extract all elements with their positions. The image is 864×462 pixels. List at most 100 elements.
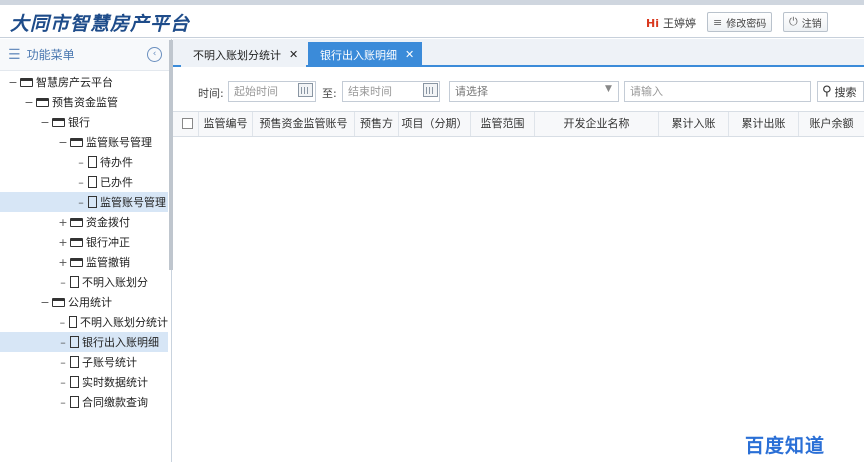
tree-item[interactable]: – 银行出入账明细 — [0, 332, 168, 352]
folder-icon — [52, 297, 65, 307]
tree-item-label: 监管账号管理 — [86, 136, 152, 149]
filter-bar: 时间: 起始时间 至: 结束时间 请选择 ▼ 请输入 ⚲ 搜索 — [173, 80, 864, 104]
tree-item[interactable]: – 实时数据统计 — [0, 372, 168, 392]
tree-item-label: 监管账号管理 — [100, 196, 166, 209]
column-header[interactable]: 开发企业名称 — [535, 112, 659, 136]
tree-item[interactable]: – 不明入账划分统计 — [0, 312, 168, 332]
table-header: 监管编号 预售资金监管账号 预售方 项目（分期） 监管范围 开发企业名称 累计入… — [173, 111, 864, 137]
collapse-node-icon[interactable]: − — [40, 296, 50, 309]
tree-item[interactable]: + 监管撤销 — [0, 252, 168, 272]
tree-item-label: 智慧房产云平台 — [36, 76, 113, 89]
close-icon[interactable]: ✕ — [405, 48, 414, 61]
tree-item-label: 银行 — [68, 116, 90, 129]
tree-item[interactable]: – 监管账号管理 — [0, 192, 168, 212]
search-button[interactable]: ⚲ 搜索 — [817, 81, 864, 102]
tree-connector: – — [60, 355, 66, 369]
tree-connector: – — [78, 195, 84, 209]
select-all-cell — [173, 112, 199, 136]
tree-item[interactable]: – 合同缴款查询 — [0, 392, 168, 412]
expand-icon[interactable]: + — [58, 236, 68, 249]
tree-item-label: 预售资金监管 — [52, 96, 118, 109]
file-icon — [88, 176, 97, 188]
file-icon — [70, 276, 79, 288]
collapse-icon[interactable]: ‹ — [147, 47, 162, 62]
tree-item[interactable]: − 公用统计 — [0, 292, 168, 312]
tree-item[interactable]: − 预售资金监管 — [0, 92, 168, 112]
folder-icon — [20, 77, 33, 87]
tree-item-label: 银行出入账明细 — [82, 336, 159, 349]
tree-item[interactable]: + 资金拨付 — [0, 212, 168, 232]
chevron-down-icon: ▼ — [605, 84, 612, 94]
column-header[interactable]: 累计入账 — [659, 112, 729, 136]
sidebar-header: ☰ 功能菜单 ‹ — [0, 39, 171, 71]
close-icon[interactable]: ✕ — [289, 48, 298, 61]
power-icon: ⏻ — [789, 15, 798, 28]
tree-item-label: 待办件 — [100, 156, 133, 169]
file-icon — [70, 396, 79, 408]
folder-icon — [70, 237, 83, 247]
search-icon: ⚲ — [822, 84, 832, 99]
collapse-node-icon[interactable]: − — [24, 96, 34, 109]
file-icon — [70, 376, 79, 388]
tree-item[interactable]: – 已办件 — [0, 172, 168, 192]
tree-connector: – — [78, 175, 84, 189]
column-header[interactable]: 累计出账 — [729, 112, 799, 136]
user-greeting: Hi 王婷婷 — [646, 15, 696, 31]
file-icon — [70, 356, 79, 368]
file-icon — [68, 316, 77, 328]
tree-item-label: 不明入账划分 — [82, 276, 148, 289]
tree-item-label: 公用统计 — [68, 296, 112, 309]
list-icon: ≡ — [713, 15, 723, 29]
tree-item-label: 银行冲正 — [86, 236, 130, 249]
watermark: 百度知道 — [745, 435, 826, 457]
type-select[interactable]: 请选择 — [449, 81, 619, 102]
tree-item[interactable]: − 智慧房产云平台 — [0, 72, 168, 92]
app-header: 大同市智慧房产平台 Hi 王婷婷 ≡ 修改密码 ⏻ 注销 — [0, 5, 864, 38]
file-icon — [88, 196, 97, 208]
select-all-checkbox[interactable] — [182, 118, 193, 129]
change-password-button[interactable]: ≡ 修改密码 — [707, 12, 773, 32]
calendar-icon[interactable] — [423, 83, 438, 97]
tree-item[interactable]: − 银行 — [0, 112, 168, 132]
expand-icon[interactable]: + — [58, 216, 68, 229]
to-label: 至: — [322, 87, 337, 100]
sidebar-title: 功能菜单 — [26, 48, 75, 62]
calendar-icon[interactable] — [298, 83, 313, 97]
column-header[interactable]: 账户余额 — [799, 112, 864, 136]
file-icon — [88, 156, 97, 168]
collapse-node-icon[interactable]: − — [40, 116, 50, 129]
tab-label: 不明入账划分统计 — [193, 48, 281, 62]
keyword-input[interactable]: 请输入 — [624, 81, 811, 102]
app-logo: 大同市智慧房产平台 — [10, 13, 191, 35]
tree-item[interactable]: – 子账号统计 — [0, 352, 168, 372]
change-password-label: 修改密码 — [726, 18, 767, 30]
tree-item-label: 资金拨付 — [86, 216, 130, 229]
folder-icon — [36, 97, 49, 107]
column-header[interactable]: 预售方 — [355, 112, 399, 136]
column-header[interactable]: 监管编号 — [199, 112, 253, 136]
column-header[interactable]: 监管范围 — [471, 112, 535, 136]
logout-button[interactable]: ⏻ 注销 — [783, 12, 828, 32]
tree-connector: – — [60, 275, 66, 289]
tree-connector: – — [60, 395, 66, 409]
tree-connector: – — [60, 335, 66, 349]
collapse-node-icon[interactable]: − — [8, 76, 18, 89]
tab-bank-transactions[interactable]: 银行出入账明细 ✕ — [308, 42, 423, 67]
tree-item[interactable]: + 银行冲正 — [0, 232, 168, 252]
tree-item-label: 已办件 — [100, 176, 133, 189]
tab-bar: 不明入账划分统计 ✕ 银行出入账明细 ✕ — [173, 39, 864, 67]
tree-item[interactable]: – 待办件 — [0, 152, 168, 172]
folder-icon — [52, 117, 65, 127]
file-icon — [70, 336, 79, 348]
column-header[interactable]: 预售资金监管账号 — [253, 112, 355, 136]
tab-unknown-income-stats[interactable]: 不明入账划分统计 ✕ — [181, 42, 307, 67]
username: 王婷婷 — [662, 17, 696, 30]
expand-icon[interactable]: + — [58, 256, 68, 269]
search-label: 搜索 — [834, 85, 857, 99]
time-label: 时间: — [198, 87, 224, 100]
collapse-node-icon[interactable]: − — [58, 136, 68, 149]
tree-item[interactable]: – 不明入账划分 — [0, 272, 168, 292]
tree-connector: – — [60, 375, 66, 389]
tree-item[interactable]: − 监管账号管理 — [0, 132, 168, 152]
column-header[interactable]: 项目（分期） — [399, 112, 471, 136]
